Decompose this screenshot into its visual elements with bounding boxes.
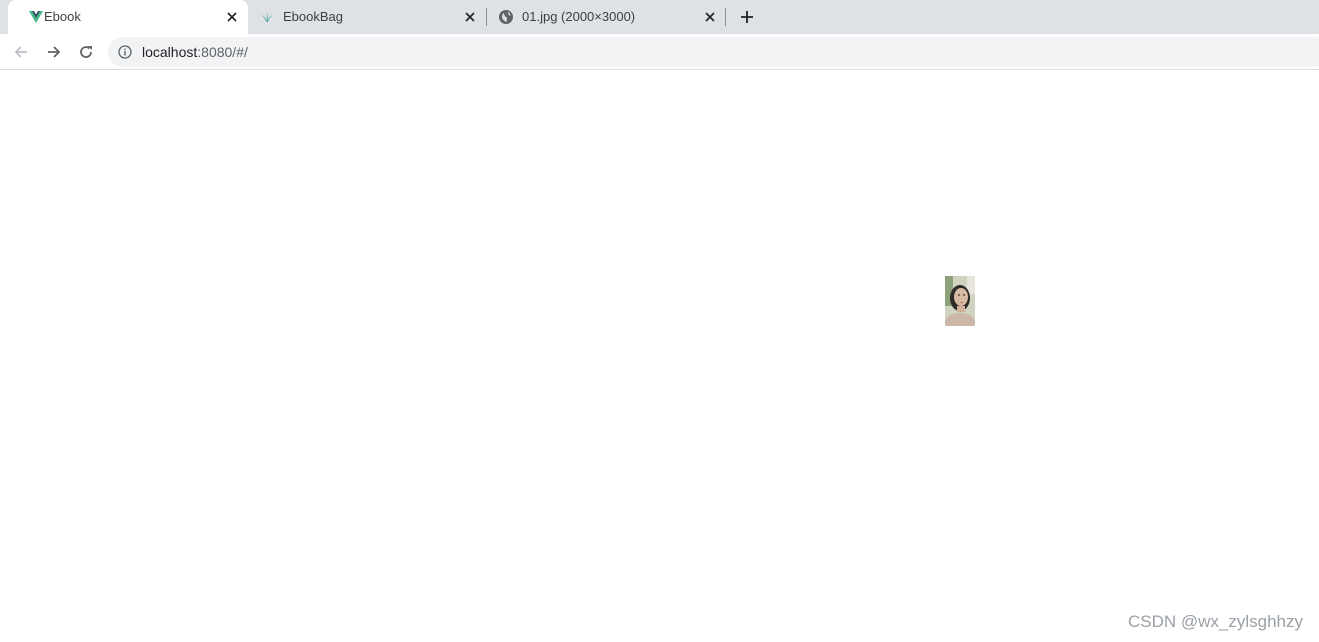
arrow-right-icon (48, 46, 61, 58)
tab-ebookbag[interactable]: EbookBag (248, 0, 486, 34)
new-tab-button[interactable] (737, 7, 757, 27)
page-content: CSDN @wx_zylsghhzy (0, 71, 1319, 642)
portrait-image (945, 276, 975, 326)
tab-title: Ebook (44, 9, 81, 24)
tab-title: 01.jpg (2000×3000) (522, 9, 636, 24)
back-button[interactable] (10, 41, 32, 63)
globe-icon (499, 10, 513, 24)
address-bar[interactable]: localhost:8080/#/ (108, 37, 1319, 67)
tab-separator (725, 8, 726, 26)
url-text[interactable]: localhost:8080/#/ (142, 44, 248, 60)
watermark-text: CSDN @wx_zylsghhzy (1127, 612, 1303, 631)
portrait-graphic (945, 276, 975, 326)
close-tab-icon[interactable] (461, 8, 479, 26)
tab-title: EbookBag (283, 9, 343, 24)
tab-ebook[interactable]: Ebook (8, 0, 248, 34)
plant-icon (261, 12, 273, 22)
forward-button[interactable] (43, 41, 65, 63)
close-tab-icon[interactable] (701, 8, 719, 26)
url-host: localhost (142, 44, 198, 60)
tab-image[interactable]: 01.jpg (2000×3000) (487, 0, 725, 34)
close-tab-icon[interactable] (223, 8, 241, 26)
reload-button[interactable] (75, 41, 97, 63)
tab-strip: Ebook EbookBag 01.jpg (2000×3000) (0, 0, 1319, 34)
vue-logo-icon (29, 11, 43, 23)
reload-icon (80, 46, 92, 58)
browser-toolbar: localhost:8080/#/ (0, 34, 1319, 70)
plus-icon (741, 11, 753, 23)
info-icon[interactable] (118, 45, 132, 59)
url-path: :8080/#/ (197, 44, 248, 60)
arrow-left-icon (14, 46, 27, 58)
